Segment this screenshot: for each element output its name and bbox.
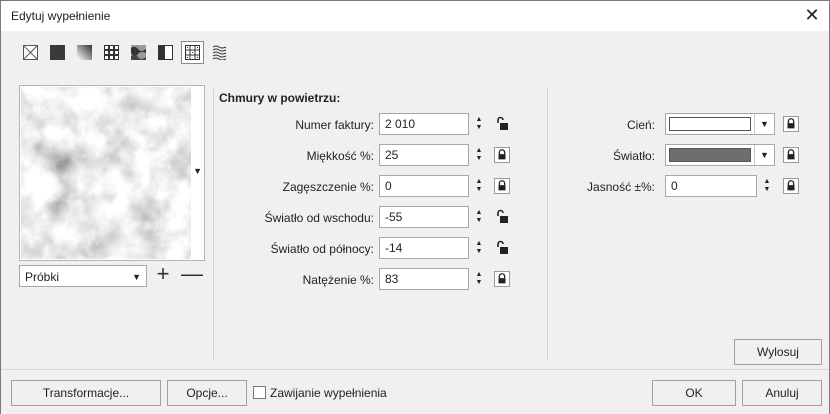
spinner[interactable]: ▲ ▼ (471, 268, 487, 290)
dialog-title: Edytuj wypełnienie (11, 9, 111, 23)
spinner[interactable]: ▲ ▼ (471, 237, 487, 259)
remove-sample-button[interactable]: — (181, 263, 203, 287)
postscript-fill-button[interactable] (208, 41, 231, 64)
fill-type-toolbar (19, 41, 231, 65)
add-sample-button[interactable]: + (153, 263, 173, 287)
field-value: -14 (385, 241, 403, 255)
bitmap-pattern-button[interactable] (127, 41, 150, 64)
texture-fill-icon (185, 45, 200, 60)
lock-icon[interactable] (783, 178, 799, 194)
options-button[interactable]: Opcje... (167, 380, 247, 406)
light-swatch (669, 148, 751, 162)
fountain-fill-icon (77, 45, 92, 60)
shadow-label: Cień: (626, 118, 655, 132)
minus-icon: — (181, 261, 203, 286)
fountain-fill-button[interactable] (73, 41, 96, 64)
param-label: Numer faktury: (295, 118, 374, 132)
vector-pattern-button[interactable] (100, 41, 123, 64)
texture-preview-image (21, 87, 191, 259)
lock-icon[interactable] (783, 116, 799, 132)
brightness-label: Jasność ±%: (587, 180, 655, 194)
wrap-fill-label[interactable]: Zawijanie wypełnienia (270, 386, 387, 400)
two-color-pattern-icon (158, 45, 173, 60)
light-label: Światło: (612, 149, 655, 163)
close-icon[interactable]: ✕ (801, 4, 823, 26)
divider (213, 89, 214, 361)
title-bar: Edytuj wypełnienie ✕ (1, 1, 829, 31)
lock-icon[interactable] (783, 147, 799, 163)
vector-pattern-icon (104, 45, 119, 60)
spinner[interactable]: ▲ ▼ (471, 206, 487, 228)
light-color-picker[interactable]: ▼ (665, 144, 775, 166)
texture-fill-button[interactable] (181, 41, 204, 64)
param-label: Zagęszczenie %: (282, 180, 374, 194)
postscript-fill-icon (212, 45, 227, 60)
samples-dropdown[interactable]: Próbki ▼ (19, 265, 147, 287)
lock-icon[interactable] (494, 271, 510, 287)
field-value: 2 010 (385, 117, 416, 131)
intensity-field[interactable]: 83 (379, 268, 469, 290)
lock-icon[interactable] (494, 147, 510, 163)
wrap-fill-checkbox[interactable] (253, 386, 266, 399)
lock-icon[interactable] (494, 178, 510, 194)
shadow-swatch (669, 117, 751, 131)
divider (547, 89, 548, 361)
texture-name: Chmury w powietrzu: (219, 91, 341, 105)
texture-preview[interactable]: ▼ (19, 85, 205, 261)
unlock-icon[interactable] (494, 240, 510, 256)
field-value: 25 (385, 148, 399, 162)
density-field[interactable]: 0 (379, 175, 469, 197)
spinner[interactable]: ▲ ▼ (471, 175, 487, 197)
texture-number-field[interactable]: 2 010 (379, 113, 469, 135)
no-fill-button[interactable] (19, 41, 42, 64)
no-fill-icon (23, 45, 38, 60)
field-value: -55 (385, 210, 403, 224)
unlock-icon[interactable] (494, 116, 510, 132)
spinner[interactable]: ▲ ▼ (471, 144, 487, 166)
unlock-icon[interactable] (494, 209, 510, 225)
field-value: 83 (385, 272, 399, 286)
cancel-button[interactable]: Anuluj (742, 380, 822, 406)
transformations-button[interactable]: Transformacje... (11, 380, 161, 406)
param-label: Miękkość %: (306, 149, 374, 163)
bitmap-pattern-icon (131, 45, 146, 60)
param-label: Światło od północy: (270, 242, 374, 256)
spinner[interactable]: ▲ ▼ (471, 113, 487, 135)
softness-field[interactable]: 25 (379, 144, 469, 166)
spinner[interactable]: ▲ ▼ (759, 175, 775, 197)
north-light-field[interactable]: -14 (379, 237, 469, 259)
samples-label: Próbki (25, 270, 60, 284)
param-label: Światło od wschodu: (264, 211, 374, 225)
chevron-down-icon: ▼ (132, 272, 141, 282)
chevron-down-icon: ▼ (754, 114, 774, 134)
field-value: 0 (671, 179, 678, 193)
uniform-fill-icon (50, 45, 65, 60)
uniform-fill-button[interactable] (46, 41, 69, 64)
plus-icon: + (156, 261, 170, 286)
east-light-field[interactable]: -55 (379, 206, 469, 228)
param-label: Natężenie %: (302, 273, 374, 287)
two-color-pattern-button[interactable] (154, 41, 177, 64)
preview-dropdown-icon[interactable]: ▼ (193, 166, 202, 176)
ok-button[interactable]: OK (652, 380, 736, 406)
randomize-button[interactable]: Wylosuj (734, 339, 822, 365)
shadow-color-picker[interactable]: ▼ (665, 113, 775, 135)
edit-fill-dialog: Edytuj wypełnienie ✕ ▼ Próbki ▼ + — Chmu… (0, 0, 830, 414)
field-value: 0 (385, 179, 392, 193)
brightness-field[interactable]: 0 (665, 175, 757, 197)
chevron-down-icon: ▼ (754, 145, 774, 165)
